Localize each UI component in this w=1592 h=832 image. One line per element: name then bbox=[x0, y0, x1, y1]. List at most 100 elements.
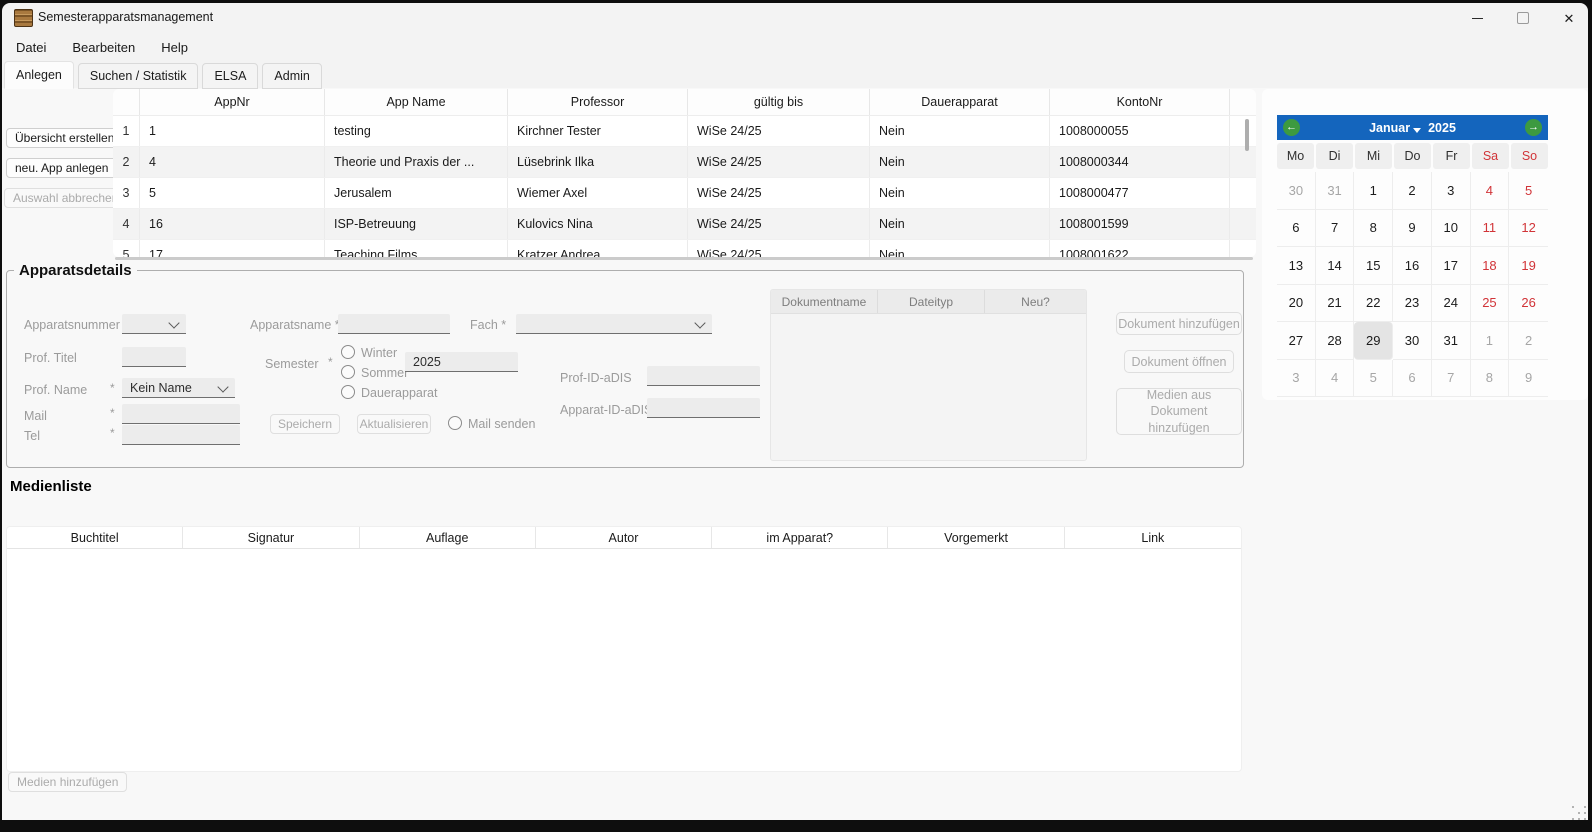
calendar-day[interactable]: 7 bbox=[1432, 360, 1471, 398]
apparatsnummer-combobox[interactable] bbox=[122, 314, 186, 334]
minimize-button[interactable] bbox=[1454, 3, 1500, 33]
calendar-day[interactable]: 8 bbox=[1354, 210, 1393, 248]
calendar-day[interactable]: 8 bbox=[1471, 360, 1510, 398]
calendar-day[interactable]: 15 bbox=[1354, 247, 1393, 285]
documents-column-header[interactable]: Dateityp bbox=[878, 290, 985, 313]
calendar-day[interactable]: 23 bbox=[1393, 285, 1432, 323]
resize-grip[interactable] bbox=[1572, 806, 1574, 808]
tel-input[interactable] bbox=[122, 425, 240, 445]
menu-bearbeiten[interactable]: Bearbeiten bbox=[59, 34, 148, 61]
tab-elsa[interactable]: ELSA bbox=[202, 63, 258, 89]
calendar-day[interactable]: 30 bbox=[1277, 172, 1316, 210]
calendar-day[interactable]: 26 bbox=[1509, 285, 1548, 323]
fach-combobox[interactable] bbox=[516, 314, 712, 334]
apps-table-vertical-scrollbar[interactable] bbox=[1245, 119, 1249, 151]
documents-column-header[interactable]: Neu? bbox=[985, 290, 1086, 313]
calendar-day[interactable]: 18 bbox=[1471, 247, 1510, 285]
close-button[interactable]: ✕ bbox=[1546, 3, 1592, 33]
calendar-prev-month-button[interactable]: ← bbox=[1283, 119, 1300, 136]
calendar-day[interactable]: 24 bbox=[1432, 285, 1471, 323]
calendar-day[interactable]: 2 bbox=[1393, 172, 1432, 210]
calendar-day[interactable]: 28 bbox=[1316, 322, 1355, 360]
calendar-day[interactable]: 22 bbox=[1354, 285, 1393, 323]
auswahl-abbrechen-button[interactable]: Auswahl abbrechen bbox=[4, 188, 127, 208]
year-input[interactable]: 2025 bbox=[405, 352, 518, 372]
medien-column-header[interactable]: im Apparat? bbox=[712, 527, 888, 548]
apparat-id-adis-input[interactable] bbox=[647, 398, 760, 418]
calendar-day[interactable]: 20 bbox=[1277, 285, 1316, 323]
sommer-radio[interactable] bbox=[341, 365, 355, 379]
medien-column-header[interactable]: Signatur bbox=[183, 527, 359, 548]
calendar-day[interactable]: 1 bbox=[1354, 172, 1393, 210]
calendar-day[interactable]: 17 bbox=[1432, 247, 1471, 285]
calendar-day[interactable]: 6 bbox=[1393, 360, 1432, 398]
calendar-day[interactable]: 10 bbox=[1432, 210, 1471, 248]
speichern-button[interactable]: Speichern bbox=[270, 414, 340, 434]
medien-column-header[interactable]: Vorgemerkt bbox=[888, 527, 1064, 548]
dokument-hinzufuegen-button[interactable]: Dokument hinzufügen bbox=[1116, 312, 1242, 335]
menu-help[interactable]: Help bbox=[148, 34, 201, 61]
calendar-day[interactable]: 2 bbox=[1509, 322, 1548, 360]
prof-name-combobox[interactable]: Kein Name bbox=[122, 378, 235, 398]
tab-anlegen[interactable]: Anlegen bbox=[4, 61, 74, 89]
calendar-day[interactable]: 1 bbox=[1471, 322, 1510, 360]
tab-admin[interactable]: Admin bbox=[262, 63, 321, 89]
calendar-day[interactable]: 21 bbox=[1316, 285, 1355, 323]
calendar-day[interactable]: 6 bbox=[1277, 210, 1316, 248]
calendar-day[interactable]: 13 bbox=[1277, 247, 1316, 285]
documents-column-header[interactable]: Dokumentname bbox=[771, 290, 878, 313]
calendar-day[interactable]: 25 bbox=[1471, 285, 1510, 323]
medien-column-header[interactable]: Link bbox=[1065, 527, 1241, 548]
table-row[interactable]: 416ISP-BetreuungKulovics NinaWiSe 24/25N… bbox=[113, 209, 1256, 240]
calendar-day[interactable]: 14 bbox=[1316, 247, 1355, 285]
calendar-day[interactable]: 7 bbox=[1316, 210, 1355, 248]
calendar-day[interactable]: 31 bbox=[1432, 322, 1471, 360]
apps-table-horizontal-scrollbar[interactable] bbox=[115, 257, 1253, 260]
calendar-day[interactable]: 3 bbox=[1277, 360, 1316, 398]
dokument-oeffnen-button[interactable]: Dokument öffnen bbox=[1124, 350, 1234, 373]
calendar-day[interactable]: 5 bbox=[1354, 360, 1393, 398]
uebersicht-erstellen-button[interactable]: Übersicht erstellen bbox=[6, 128, 123, 148]
prof-titel-input[interactable] bbox=[122, 347, 186, 367]
winter-radio[interactable] bbox=[341, 345, 355, 359]
maximize-button[interactable] bbox=[1500, 3, 1546, 33]
apps-column-header[interactable]: KontoNr bbox=[1050, 89, 1230, 115]
calendar-day[interactable]: 30 bbox=[1393, 322, 1432, 360]
calendar-day[interactable]: 11 bbox=[1471, 210, 1510, 248]
calendar-day[interactable]: 29 bbox=[1354, 322, 1393, 360]
medien-column-header[interactable]: Autor bbox=[536, 527, 712, 548]
medien-aus-dokument-button[interactable]: Medien aus Dokument hinzufügen bbox=[1116, 388, 1242, 435]
calendar-day[interactable]: 3 bbox=[1432, 172, 1471, 210]
mail-input[interactable] bbox=[122, 404, 240, 424]
mail-senden-checkbox[interactable] bbox=[448, 416, 462, 430]
calendar-day[interactable]: 27 bbox=[1277, 322, 1316, 360]
neu-app-anlegen-button[interactable]: neu. App anlegen bbox=[6, 158, 117, 178]
menu-datei[interactable]: Datei bbox=[3, 34, 59, 61]
table-row[interactable]: 11testingKirchner TesterWiSe 24/25Nein10… bbox=[113, 116, 1256, 147]
apps-column-header[interactable]: App Name bbox=[325, 89, 508, 115]
calendar-day[interactable]: 16 bbox=[1393, 247, 1432, 285]
table-row[interactable]: 24Theorie und Praxis der ...Lüsebrink Il… bbox=[113, 147, 1256, 178]
apps-column-header[interactable]: AppNr bbox=[140, 89, 325, 115]
calendar-day[interactable]: 19 bbox=[1509, 247, 1548, 285]
apps-column-header[interactable]: Professor bbox=[508, 89, 688, 115]
aktualisieren-button[interactable]: Aktualisieren bbox=[357, 414, 431, 434]
apps-column-header[interactable]: Dauerapparat bbox=[870, 89, 1050, 115]
calendar-day[interactable]: 4 bbox=[1316, 360, 1355, 398]
calendar-day[interactable]: 4 bbox=[1471, 172, 1510, 210]
apps-column-header[interactable]: gültig bis bbox=[688, 89, 870, 115]
tab-suchenstatistik[interactable]: Suchen / Statistik bbox=[78, 63, 199, 89]
calendar-day[interactable]: 31 bbox=[1316, 172, 1355, 210]
table-row[interactable]: 517Teaching FilmsKratzer AndreaWiSe 24/2… bbox=[113, 240, 1256, 257]
dauerapparat-radio[interactable] bbox=[341, 385, 355, 399]
apparatsname-input[interactable] bbox=[338, 314, 450, 334]
medien-column-header[interactable]: Buchtitel bbox=[7, 527, 183, 548]
table-row[interactable]: 35JerusalemWiemer AxelWiSe 24/25Nein1008… bbox=[113, 178, 1256, 209]
calendar-day[interactable]: 12 bbox=[1509, 210, 1548, 248]
calendar-day[interactable]: 9 bbox=[1509, 360, 1548, 398]
calendar-day[interactable]: 9 bbox=[1393, 210, 1432, 248]
medien-column-header[interactable]: Auflage bbox=[360, 527, 536, 548]
medien-hinzufuegen-button[interactable]: Medien hinzufügen bbox=[8, 772, 127, 792]
calendar-next-month-button[interactable]: → bbox=[1525, 119, 1542, 136]
prof-id-adis-input[interactable] bbox=[647, 366, 760, 386]
